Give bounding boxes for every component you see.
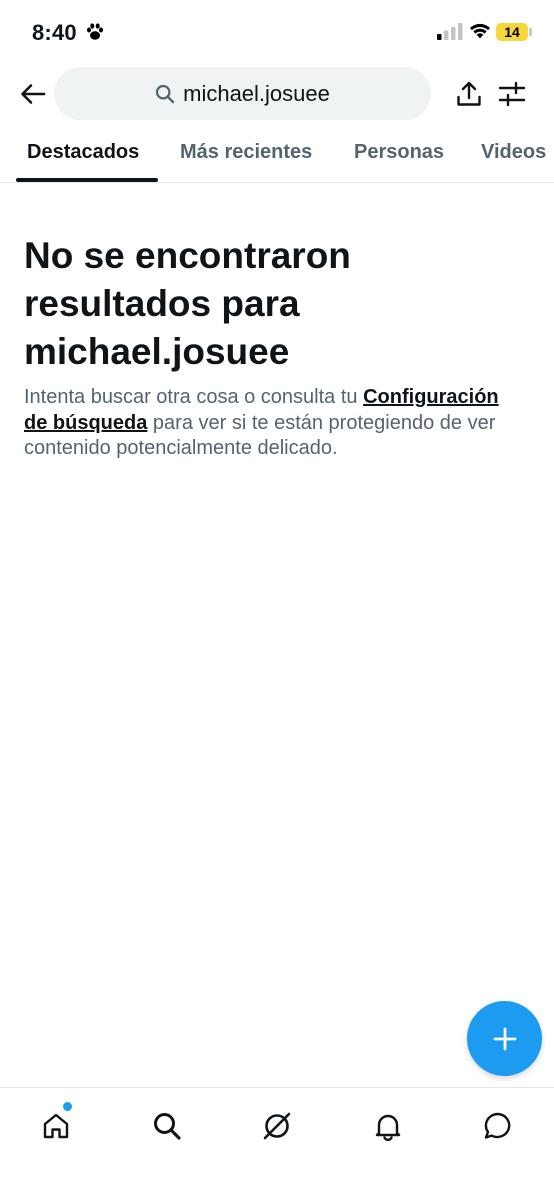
tab-mas-recientes[interactable]: Más recientes bbox=[180, 141, 312, 164]
home-icon bbox=[43, 1113, 69, 1139]
paw-icon bbox=[87, 23, 103, 40]
tab-personas[interactable]: Personas bbox=[354, 141, 444, 164]
sliders-icon bbox=[498, 81, 526, 107]
compose-button[interactable] bbox=[467, 1001, 542, 1076]
bell-icon bbox=[375, 1114, 401, 1141]
empty-state-text: Intenta buscar otra cosa o consulta tu C… bbox=[24, 385, 524, 462]
search-tabs: Destacados Más recientes Personas Videos bbox=[0, 128, 554, 183]
arrow-left-icon bbox=[21, 84, 46, 104]
empty-state-title: No se encontraron resultados para michae… bbox=[24, 235, 351, 372]
search-top-bar: michael.josuee bbox=[0, 66, 554, 122]
cellular-signal-icon bbox=[437, 23, 463, 40]
search-icon bbox=[156, 84, 175, 103]
search-settings-button[interactable] bbox=[496, 78, 528, 110]
grok-icon bbox=[263, 1112, 291, 1140]
empty-state-text-before: Intenta buscar otra cosa o consulta tu bbox=[24, 386, 364, 408]
share-icon bbox=[457, 81, 481, 106]
nav-messages[interactable] bbox=[478, 1106, 518, 1146]
messages-icon bbox=[484, 1112, 511, 1139]
wifi-icon bbox=[470, 23, 490, 39]
nav-search[interactable] bbox=[147, 1106, 187, 1146]
plus-icon bbox=[493, 1027, 516, 1050]
active-tab-indicator bbox=[16, 178, 158, 182]
status-time: 8:40 bbox=[32, 20, 77, 45]
nav-grok[interactable] bbox=[257, 1106, 297, 1146]
search-icon bbox=[154, 1113, 181, 1140]
search-query: michael.josuee bbox=[183, 80, 330, 106]
search-input[interactable]: michael.josuee bbox=[54, 67, 431, 120]
battery-tip bbox=[529, 28, 532, 36]
home-notification-dot bbox=[62, 1101, 73, 1112]
battery-indicator: 14 bbox=[496, 23, 528, 41]
back-button[interactable] bbox=[16, 78, 50, 110]
nav-notifications[interactable] bbox=[368, 1106, 408, 1146]
bottom-nav bbox=[0, 1087, 554, 1200]
tab-videos[interactable]: Videos bbox=[481, 141, 546, 164]
share-button[interactable] bbox=[453, 78, 485, 110]
tab-destacados[interactable]: Destacados bbox=[27, 141, 139, 164]
status-bar: 8:40 14 bbox=[0, 0, 554, 64]
nav-home[interactable] bbox=[36, 1106, 76, 1146]
